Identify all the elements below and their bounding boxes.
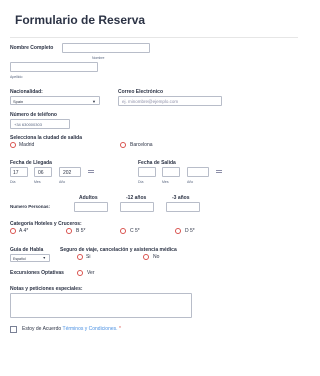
terms-checkbox[interactable] xyxy=(10,326,17,333)
guide-select[interactable]: Español ▼ xyxy=(10,254,50,262)
departure-calendar-icon[interactable] xyxy=(216,170,222,173)
last-name-sublabel: Apellido xyxy=(10,75,23,79)
departure-city-label: Selecciona la ciudad de salida xyxy=(10,135,82,141)
adults-input[interactable] xyxy=(74,202,108,212)
last-name-input[interactable] xyxy=(10,62,98,72)
arrival-day-value: 17 xyxy=(13,170,19,176)
insurance-no-label: No xyxy=(153,254,160,260)
arrival-year-input[interactable]: 202 xyxy=(59,167,81,177)
radio-excursions-ver[interactable] xyxy=(77,270,83,276)
phone-input[interactable]: +34 630000303 xyxy=(10,119,70,129)
notes-textarea[interactable] xyxy=(10,293,192,318)
adults-column-label: Adultos xyxy=(79,195,98,201)
departure-month-sublabel: Mes xyxy=(162,180,169,184)
departure-day-sublabel: Día xyxy=(138,180,144,184)
terms-prefix: Estoy de Acuerdo xyxy=(22,326,62,332)
guide-value: Español xyxy=(13,256,26,261)
option-barcelona-label: Barcelona xyxy=(130,142,153,148)
email-placeholder: ej. minombre@ejemplo.com xyxy=(122,99,179,104)
arrival-month-input[interactable]: 06 xyxy=(34,167,52,177)
under12-input[interactable] xyxy=(120,202,154,212)
arrival-year-sublabel: Año xyxy=(59,180,66,184)
category-label: Categoría Hoteles y Cruceros: xyxy=(10,221,82,227)
title-divider xyxy=(10,37,298,38)
required-mark: * xyxy=(118,326,121,332)
option-madrid-label: Madrid xyxy=(19,142,35,148)
radio-category-b[interactable] xyxy=(66,228,72,234)
radio-category-a[interactable] xyxy=(10,228,16,234)
under3-input[interactable] xyxy=(166,202,200,212)
form-title: Formulario de Reserva xyxy=(15,13,146,27)
arrival-calendar-icon[interactable] xyxy=(88,170,94,173)
email-label: Correo Electrónico xyxy=(118,89,164,95)
radio-category-c[interactable] xyxy=(120,228,126,234)
category-a-label: A 4* xyxy=(19,228,29,234)
chevron-down-icon: ▼ xyxy=(42,256,46,260)
guide-label: Guia de Habla xyxy=(10,247,44,253)
insurance-label: Seguro de viaje, cancelación y asistenci… xyxy=(60,247,177,253)
radio-category-d[interactable] xyxy=(175,228,181,234)
nationality-label: Nacionalidad: xyxy=(10,89,43,95)
departure-year-input[interactable] xyxy=(187,167,209,177)
category-b-label: B 5* xyxy=(76,228,86,234)
chevron-down-icon: ▼ xyxy=(92,98,96,104)
terms-link[interactable]: Términos y Condiciones. xyxy=(63,326,118,332)
nationality-value: Spain xyxy=(13,98,24,104)
full-name-label: Nombre Completo xyxy=(10,45,54,51)
people-count-label: Numero Personas: xyxy=(10,204,51,209)
terms-text: Estoy de Acuerdo Términos y Condiciones.… xyxy=(22,326,121,332)
under12-column-label: -12 años xyxy=(126,195,147,201)
notes-label: Notas y peticiones especiales: xyxy=(10,286,83,292)
arrival-year-value: 202 xyxy=(63,170,72,176)
departure-month-input[interactable] xyxy=(162,167,180,177)
insurance-yes-label: Si xyxy=(86,254,91,260)
arrival-month-sublabel: Mes xyxy=(34,180,41,184)
departure-year-sublabel: Año xyxy=(187,180,194,184)
arrival-day-sublabel: Día xyxy=(10,180,16,184)
first-name-sublabel: Nombre xyxy=(92,56,105,60)
phone-value: +34 630000303 xyxy=(14,122,42,127)
first-name-input[interactable] xyxy=(62,43,150,53)
arrival-day-input[interactable]: 17 xyxy=(10,167,28,177)
excursions-ver-label: Ver xyxy=(87,270,95,276)
radio-madrid[interactable] xyxy=(10,142,16,148)
category-c-label: C 5* xyxy=(130,228,140,234)
departure-date-label: Fecha de Salida xyxy=(138,160,176,166)
departure-day-input[interactable] xyxy=(138,167,156,177)
arrival-date-label: Fecha de Llegada xyxy=(10,160,52,166)
category-d-label: D 5* xyxy=(185,228,195,234)
radio-insurance-no[interactable] xyxy=(143,254,149,260)
radio-barcelona[interactable] xyxy=(120,142,126,148)
email-input[interactable]: ej. minombre@ejemplo.com xyxy=(118,96,222,106)
excursions-label: Excursiones Optativas xyxy=(10,270,64,276)
under3-column-label: -3 años xyxy=(172,195,190,201)
nationality-select[interactable]: Spain ▼ xyxy=(10,96,100,105)
arrival-month-value: 06 xyxy=(38,170,44,176)
phone-label: Número de teléfono xyxy=(10,112,57,118)
radio-insurance-yes[interactable] xyxy=(77,254,83,260)
